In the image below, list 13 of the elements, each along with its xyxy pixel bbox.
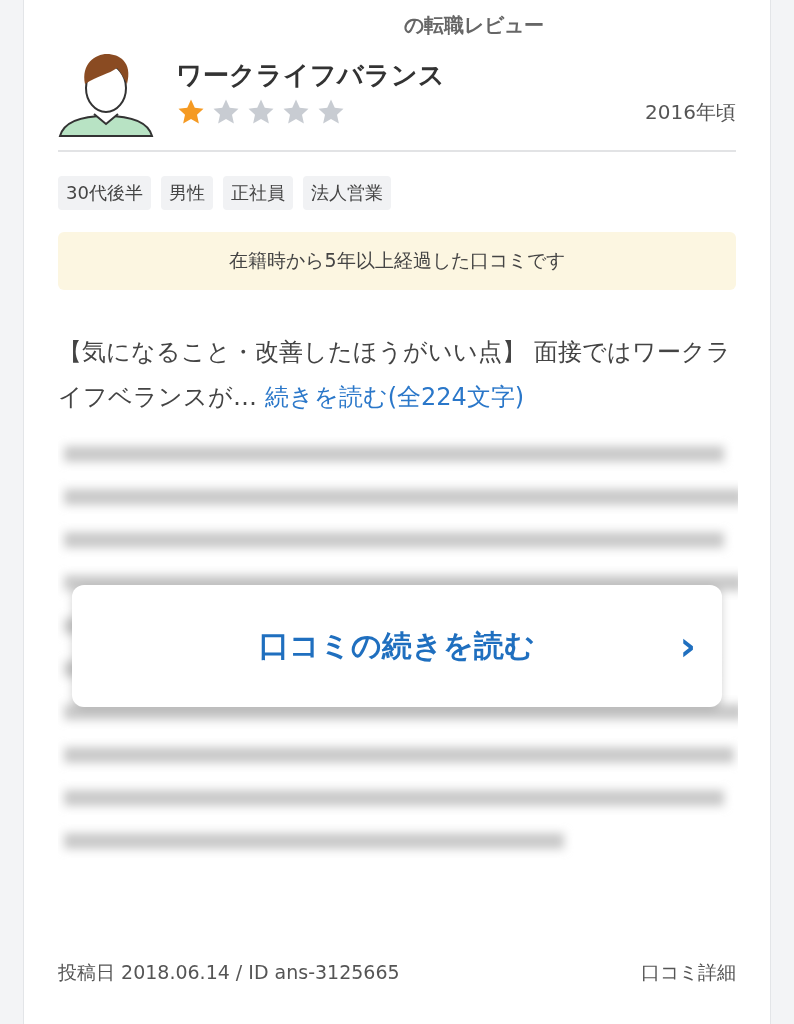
post-meta: 投稿日 2018.06.14 / ID ans-3125665: [58, 960, 400, 985]
profile-tag: 法人営業: [302, 176, 391, 210]
read-more-button[interactable]: 口コミの続きを読む ›: [72, 585, 722, 707]
review-excerpt: 【気になること・改善したほうがいい点】 面接ではワークライフベランスが… 続きを読む(全224文字): [58, 337, 732, 413]
page-title: の転職レビュー: [403, 12, 545, 39]
profile-tag: 正社員: [222, 176, 293, 210]
profile-tag: 男性: [160, 176, 213, 210]
review-detail-link[interactable]: 口コミ詳細: [641, 960, 736, 986]
review-title: ワークライフバランス: [176, 59, 446, 92]
notice-banner: 在籍時から5年以上経過した口コミです: [58, 232, 736, 290]
profile-tag: 30代後半: [58, 176, 151, 210]
period-text: 2016年頃: [645, 98, 736, 126]
read-more-link[interactable]: 続きを読む(全224文字): [264, 383, 525, 411]
